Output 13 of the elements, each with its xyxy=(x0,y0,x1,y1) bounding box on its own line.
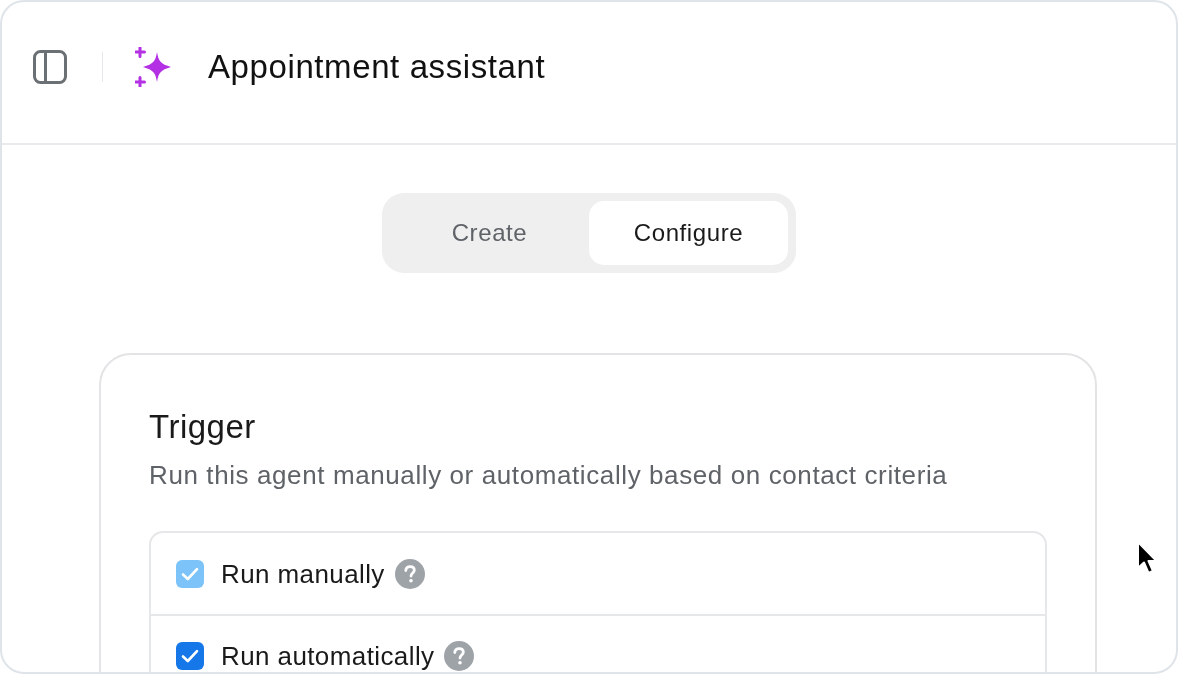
help-icon[interactable] xyxy=(394,558,425,589)
checkmark-icon xyxy=(181,648,199,663)
section-description: Run this agent manually or automatically based on contact criteria xyxy=(149,459,949,491)
option-label: Run automatically xyxy=(221,641,435,670)
section-title: Trigger xyxy=(149,407,257,447)
option-label: Run manually xyxy=(221,559,385,588)
tab[interactable]: Configure xyxy=(589,201,788,265)
tab[interactable]: Create xyxy=(390,201,589,265)
checkbox[interactable] xyxy=(176,641,204,670)
sidebar-toggle-icon[interactable] xyxy=(33,49,67,84)
checkmark-icon xyxy=(181,566,199,581)
window-title: Appointment assistant xyxy=(208,46,546,87)
help-icon[interactable] xyxy=(444,640,475,671)
